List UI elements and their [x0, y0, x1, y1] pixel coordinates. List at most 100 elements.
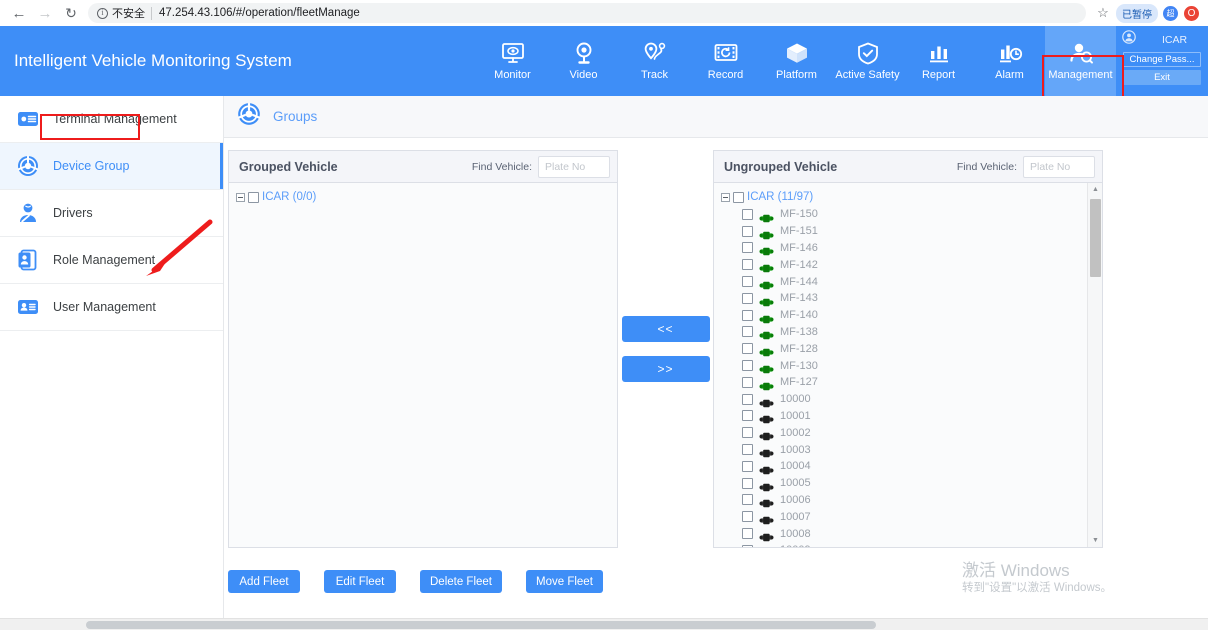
- vehicle-tree-item[interactable]: 10000: [714, 391, 1102, 408]
- change-password-button[interactable]: Change Pass...: [1123, 52, 1201, 67]
- vehicle-tree-item[interactable]: MF-151: [714, 223, 1102, 240]
- nav-item-monitor[interactable]: Monitor: [477, 26, 548, 96]
- sidebar-item-role-management[interactable]: Role Management: [0, 237, 223, 284]
- nav-item-active-safety[interactable]: Active Safety: [832, 26, 903, 96]
- vehicle-tree-item[interactable]: MF-144: [714, 273, 1102, 290]
- profile-avatar[interactable]: 超: [1163, 5, 1178, 21]
- checkbox[interactable]: [742, 326, 753, 338]
- vehicle-online-icon: [759, 210, 774, 223]
- checkbox[interactable]: [742, 360, 753, 372]
- vehicle-label: 10000: [780, 393, 811, 406]
- delete-fleet-button[interactable]: Delete Fleet: [420, 570, 503, 593]
- vehicle-tree-item[interactable]: MF-146: [714, 240, 1102, 257]
- sidebar-item-user-management[interactable]: User Management: [0, 284, 223, 331]
- page-hscroll-thumb[interactable]: [86, 621, 876, 629]
- checkbox[interactable]: [742, 477, 753, 489]
- vehicle-tree-item[interactable]: 10003: [714, 441, 1102, 458]
- checkbox[interactable]: [742, 376, 753, 388]
- security-status-label: 不安全: [112, 8, 145, 20]
- checkbox[interactable]: [742, 393, 753, 405]
- vehicle-offline-icon: [759, 546, 774, 547]
- tree-scrollbar[interactable]: ▲ ▼: [1087, 183, 1102, 547]
- nav-item-management[interactable]: Management: [1045, 26, 1116, 96]
- checkbox[interactable]: [742, 208, 753, 220]
- checkbox[interactable]: [742, 343, 753, 355]
- vehicle-tree-item[interactable]: 10004: [714, 458, 1102, 475]
- opera-profile-icon[interactable]: O: [1184, 5, 1199, 21]
- vehicle-label: 10004: [780, 460, 811, 473]
- vehicle-tree-item[interactable]: 10009: [714, 542, 1102, 547]
- move-right-button[interactable]: >>: [621, 356, 710, 382]
- driver-person-icon: [16, 201, 40, 225]
- checkbox[interactable]: [742, 225, 753, 237]
- vehicle-online-icon: [759, 260, 774, 273]
- checkbox[interactable]: [248, 191, 259, 203]
- vehicle-label: MF-150: [780, 208, 818, 221]
- vehicle-tree-item[interactable]: MF-138: [714, 324, 1102, 341]
- edit-fleet-button[interactable]: Edit Fleet: [324, 570, 396, 593]
- ungrouped-find-input[interactable]: [1023, 155, 1095, 178]
- vehicle-label: 10009: [780, 544, 811, 547]
- vehicle-tree-item[interactable]: MF-142: [714, 256, 1102, 273]
- scrollbar-thumb[interactable]: [1090, 199, 1101, 277]
- collapse-icon[interactable]: [236, 192, 245, 202]
- checkbox[interactable]: [742, 460, 753, 472]
- grouped-tree-root[interactable]: ICAR (0/0): [229, 188, 617, 206]
- nav-item-report[interactable]: Report: [903, 26, 974, 96]
- sidebar-item-device-group[interactable]: Device Group: [0, 143, 223, 190]
- ungrouped-root-label: ICAR (11/97): [747, 191, 814, 203]
- checkbox[interactable]: [742, 544, 753, 547]
- checkbox[interactable]: [742, 410, 753, 422]
- ungrouped-tree-root[interactable]: ICAR (11/97): [714, 188, 1102, 206]
- checkbox[interactable]: [733, 191, 744, 203]
- back-arrow-icon[interactable]: ←: [6, 2, 32, 24]
- scroll-up-icon[interactable]: ▲: [1088, 183, 1102, 196]
- reload-icon[interactable]: ↻: [58, 2, 84, 24]
- sidebar-item-drivers[interactable]: Drivers: [0, 190, 223, 237]
- checkbox[interactable]: [742, 292, 753, 304]
- checkbox[interactable]: [742, 511, 753, 523]
- scroll-down-icon[interactable]: ▼: [1088, 534, 1102, 547]
- checkbox[interactable]: [742, 528, 753, 540]
- checkbox[interactable]: [742, 242, 753, 254]
- nav-item-record[interactable]: Record: [690, 26, 761, 96]
- checkbox[interactable]: [742, 427, 753, 439]
- move-fleet-button[interactable]: Move Fleet: [526, 570, 603, 593]
- vehicle-tree-item[interactable]: MF-150: [714, 206, 1102, 223]
- collapse-icon[interactable]: [721, 192, 730, 202]
- nav-item-video[interactable]: Video: [548, 26, 619, 96]
- page-horizontal-scrollbar[interactable]: [0, 618, 1208, 630]
- bar-chart-icon: [926, 41, 952, 65]
- vehicle-tree-item[interactable]: 10002: [714, 424, 1102, 441]
- extension-paused-badge[interactable]: 已暂停: [1116, 3, 1158, 23]
- move-left-button[interactable]: <<: [621, 316, 710, 342]
- vehicle-tree-item[interactable]: MF-140: [714, 307, 1102, 324]
- vehicle-tree-item[interactable]: 10008: [714, 525, 1102, 542]
- sidebar-item-terminal-management[interactable]: Terminal Management: [0, 96, 223, 143]
- add-fleet-button[interactable]: Add Fleet: [228, 570, 300, 593]
- checkbox[interactable]: [742, 276, 753, 288]
- checkbox[interactable]: [742, 309, 753, 321]
- vehicle-tree-item[interactable]: MF-130: [714, 357, 1102, 374]
- info-icon[interactable]: i: [97, 7, 108, 19]
- grouped-find-input[interactable]: [538, 155, 610, 178]
- checkbox[interactable]: [742, 259, 753, 271]
- nav-item-platform[interactable]: Platform: [761, 26, 832, 96]
- exit-button[interactable]: Exit: [1123, 70, 1201, 85]
- address-bar[interactable]: i 不安全 47.254.43.106/#/operation/fleetMan…: [88, 3, 1086, 23]
- nav-item-alarm[interactable]: Alarm: [974, 26, 1045, 96]
- vehicle-tree-item[interactable]: MF-128: [714, 340, 1102, 357]
- nav-item-track[interactable]: Track: [619, 26, 690, 96]
- sidebar-item-label: Device Group: [53, 159, 130, 173]
- vehicle-tree-item[interactable]: 10001: [714, 408, 1102, 425]
- forward-arrow-icon[interactable]: →: [32, 2, 58, 24]
- checkbox[interactable]: [742, 444, 753, 456]
- vehicle-tree-item[interactable]: MF-127: [714, 374, 1102, 391]
- vehicle-tree-item[interactable]: 10005: [714, 475, 1102, 492]
- user-identity-row: ICAR: [1116, 30, 1208, 49]
- checkbox[interactable]: [742, 494, 753, 506]
- vehicle-tree-item[interactable]: 10006: [714, 492, 1102, 509]
- bookmark-star-icon[interactable]: ☆: [1092, 5, 1114, 21]
- vehicle-tree-item[interactable]: MF-143: [714, 290, 1102, 307]
- vehicle-tree-item[interactable]: 10007: [714, 508, 1102, 525]
